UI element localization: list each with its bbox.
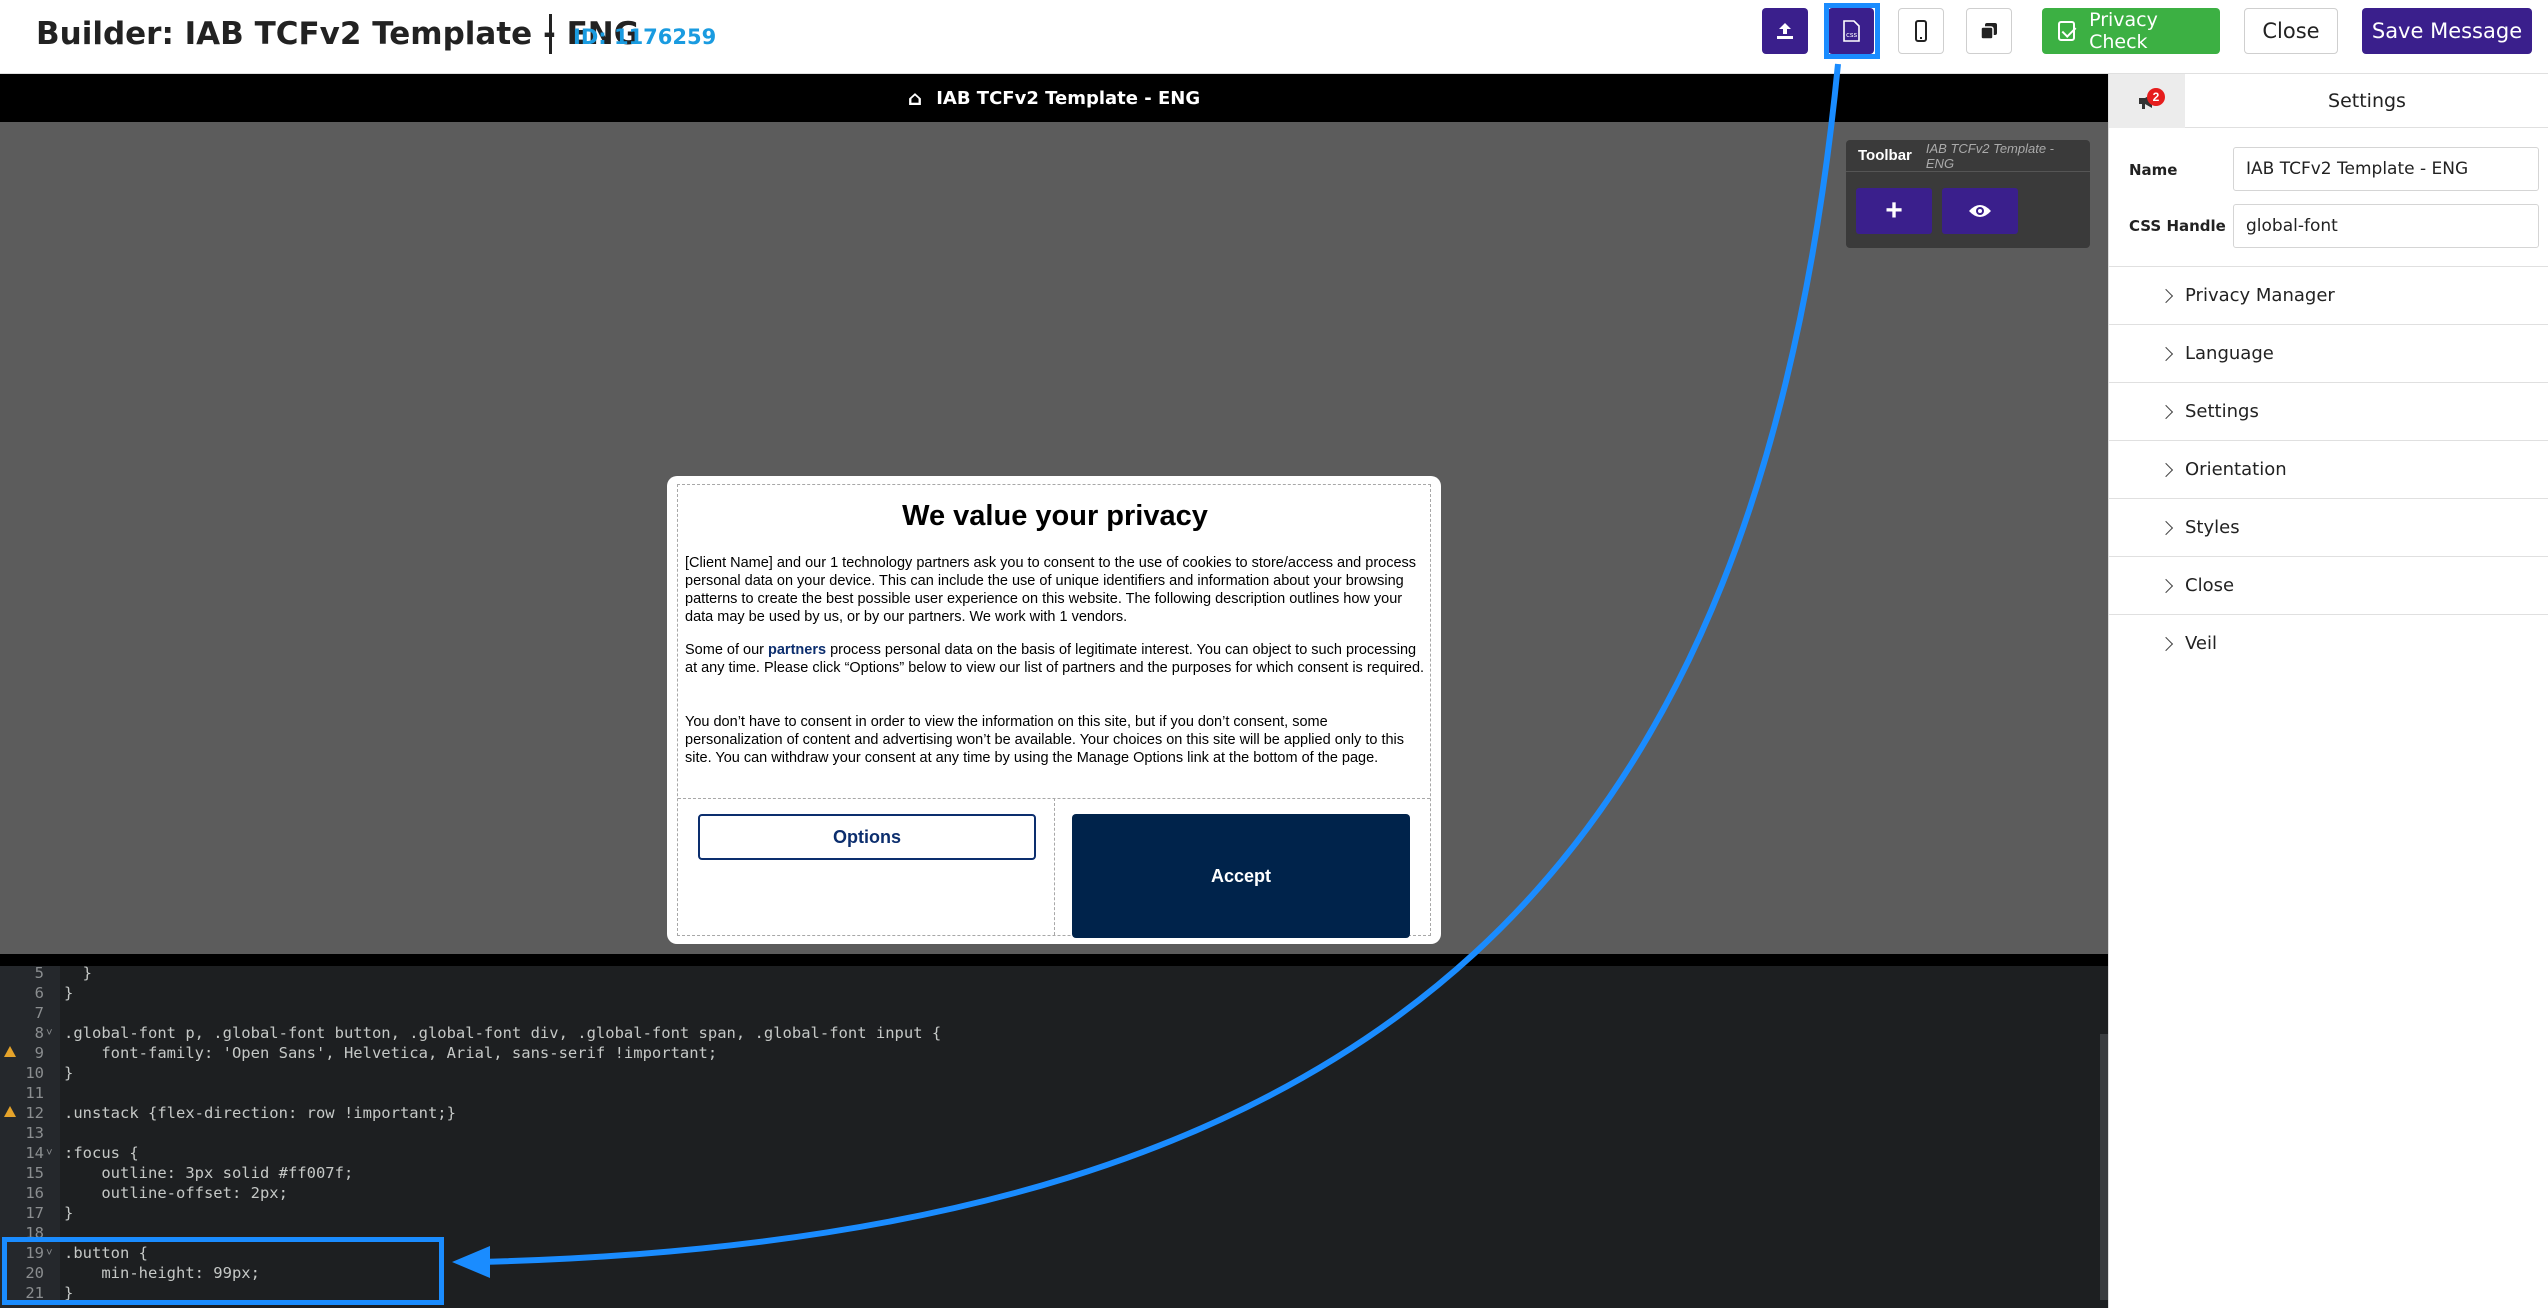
annotation-arrow-line: [477, 63, 1841, 1265]
chevron-right-icon: [2158, 520, 2174, 535]
accordion-styles[interactable]: Styles: [2109, 498, 2548, 556]
name-field[interactable]: [2233, 147, 2539, 191]
chevron-right-icon: [2158, 404, 2174, 419]
notification-badge: 2: [2147, 88, 2165, 106]
annotation-arrowhead: [452, 1246, 490, 1278]
accordion-veil[interactable]: Veil: [2109, 614, 2548, 672]
accordion-label: Orientation: [2185, 459, 2287, 480]
notifications-tab[interactable]: 2: [2109, 74, 2185, 128]
accordion-label: Styles: [2185, 517, 2240, 538]
settings-panel: 2 Settings Name CSS Handle Privacy Manag…: [2108, 74, 2548, 1308]
name-label: Name: [2129, 161, 2178, 179]
accordion-label: Close: [2185, 575, 2235, 596]
panel-title: Settings: [2185, 74, 2548, 128]
chevron-right-icon: [2158, 462, 2174, 477]
chevron-right-icon: [2158, 578, 2174, 593]
accordion-settings[interactable]: Settings: [2109, 382, 2548, 440]
accordion-language[interactable]: Language: [2109, 324, 2548, 382]
accordion-orientation[interactable]: Orientation: [2109, 440, 2548, 498]
accordion-label: Veil: [2185, 633, 2217, 654]
chevron-right-icon: [2158, 636, 2174, 651]
accordion-label: Privacy Manager: [2185, 285, 2335, 306]
accordion-label: Settings: [2185, 401, 2259, 422]
chevron-right-icon: [2158, 346, 2174, 361]
chevron-right-icon: [2158, 288, 2174, 303]
css-handle-label: CSS Handle: [2129, 217, 2226, 235]
accordion-close[interactable]: Close: [2109, 556, 2548, 614]
accordion-privacy-manager[interactable]: Privacy Manager: [2109, 266, 2548, 324]
accordion-label: Language: [2185, 343, 2274, 364]
css-handle-field[interactable]: [2233, 204, 2539, 248]
